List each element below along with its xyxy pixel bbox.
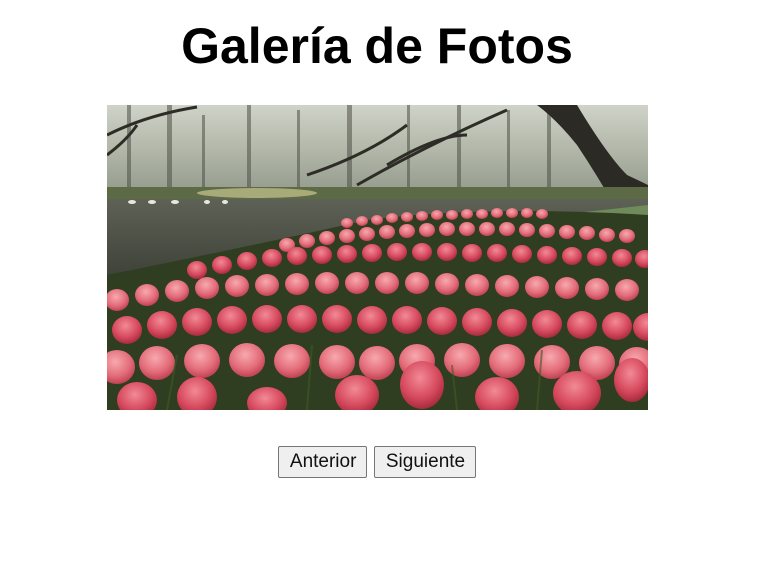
gallery-controls: Anterior Siguiente [0,446,754,478]
page-title: Galería de Fotos [181,18,573,74]
previous-button[interactable]: Anterior [277,446,368,478]
next-button[interactable]: Siguiente [373,446,477,478]
tulip-field-image [107,105,648,410]
gallery-photo [107,105,648,410]
